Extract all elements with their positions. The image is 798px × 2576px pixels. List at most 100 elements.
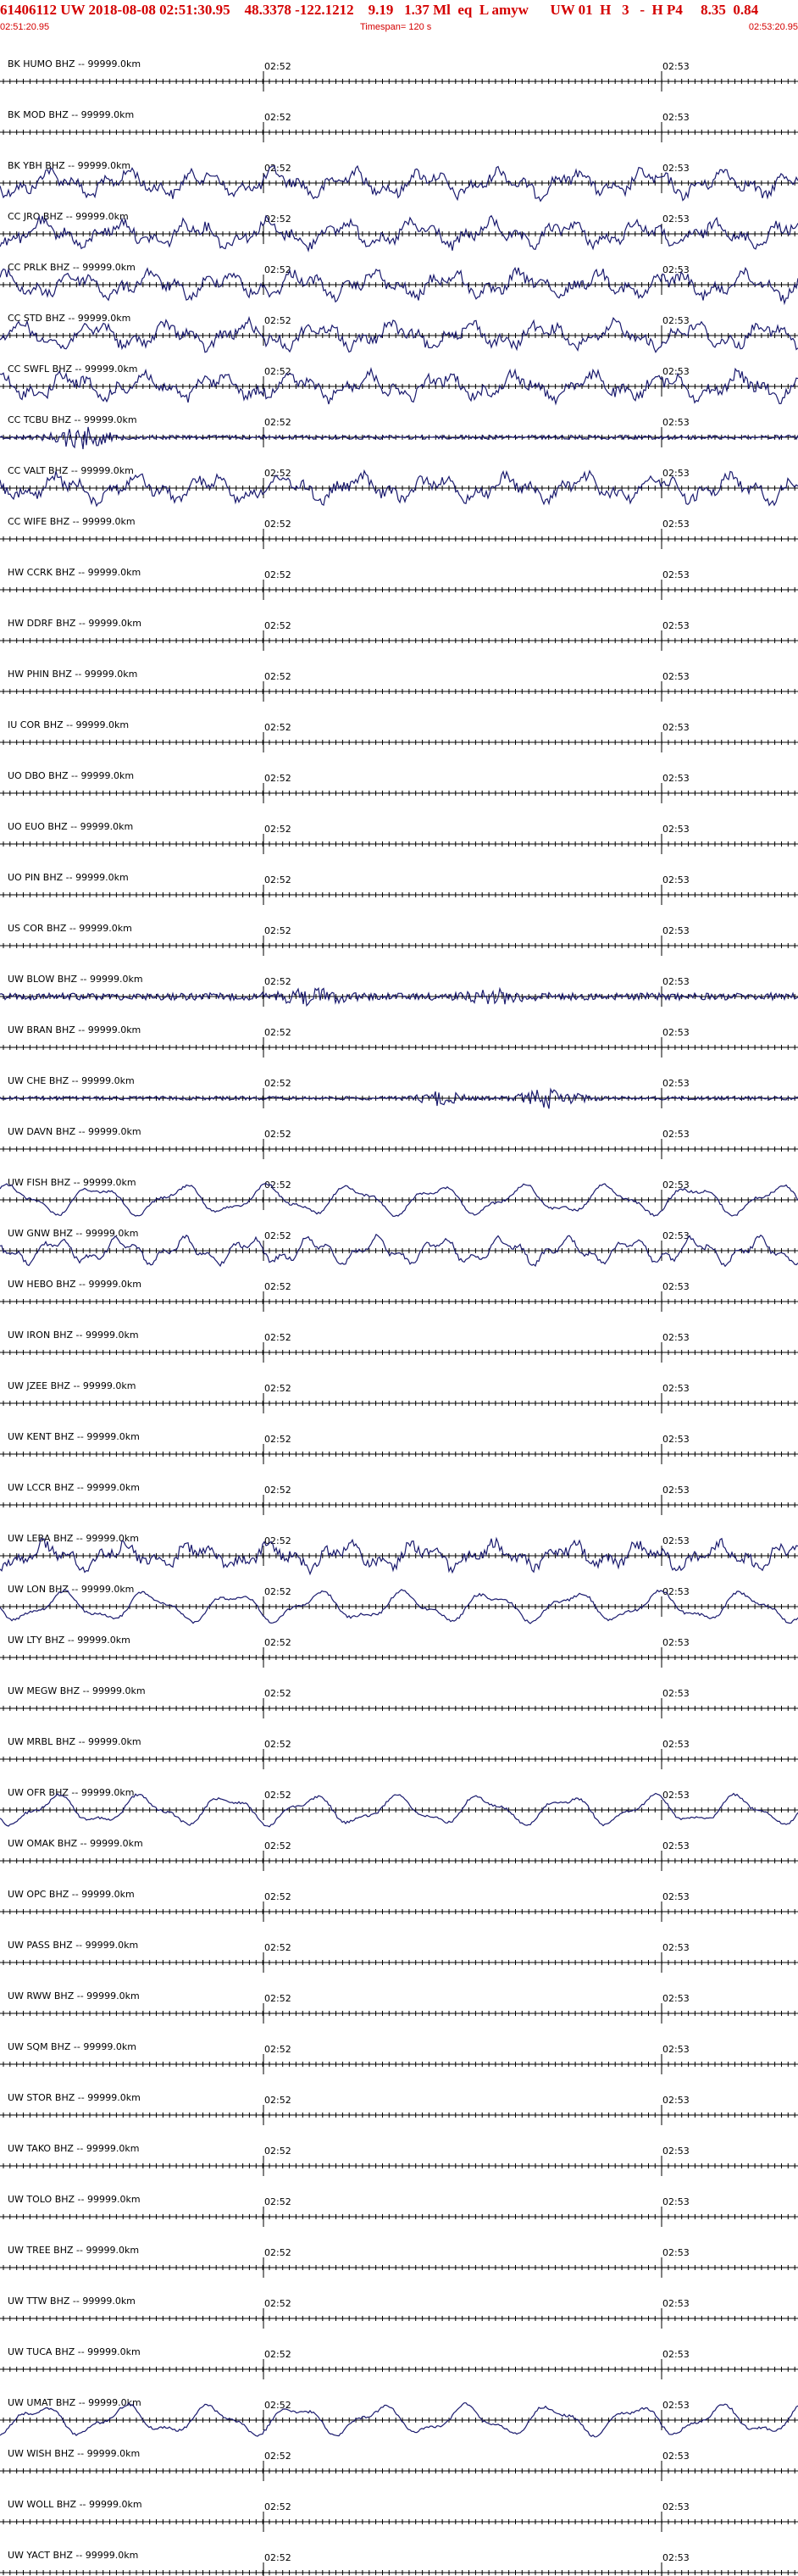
tick-label-0253: 02:53: [662, 2044, 690, 2055]
tick-label-0252: 02:52: [264, 417, 291, 428]
station-label: UW TREE BHZ -- 99999.0km: [8, 2245, 139, 2256]
tick-label-0252: 02:52: [264, 925, 291, 936]
tick-label-0253: 02:53: [662, 214, 690, 225]
station-label: UW HEBO BHZ -- 99999.0km: [8, 1279, 141, 1290]
tick-label-0252: 02:52: [264, 2044, 291, 2055]
tick-label-0253: 02:53: [662, 1739, 690, 1750]
tick-label-0253: 02:53: [662, 1383, 690, 1394]
tick-label-0253: 02:53: [662, 1281, 690, 1292]
station-label: UW JZEE BHZ -- 99999.0km: [8, 1380, 136, 1391]
tick-label-0252: 02:52: [264, 722, 291, 733]
station-label: UW OMAK BHZ -- 99999.0km: [8, 1838, 143, 1849]
trace-row: CC WIFE BHZ -- 99999.0km 02:52 02:53: [0, 516, 798, 549]
station-label: UW OFR BHZ -- 99999.0km: [8, 1787, 134, 1798]
tick-label-0253: 02:53: [662, 264, 690, 275]
tick-label-0253: 02:53: [662, 1027, 690, 1038]
trace-row: UW LEBA BHZ -- 99999.0km 02:52 02:53: [0, 1533, 798, 1576]
tick-label-0253: 02:53: [662, 2501, 690, 2512]
tick-label-0253: 02:53: [662, 1840, 690, 1852]
tick-label-0253: 02:53: [662, 417, 690, 428]
tick-label-0252: 02:52: [264, 1078, 291, 1089]
tick-label-0253: 02:53: [662, 671, 690, 682]
tick-label-0252: 02:52: [264, 1281, 291, 1292]
tick-label-0253: 02:53: [662, 925, 690, 936]
time-row: 02:51:20.95 Timespan= 120 s 02:53:20.95: [0, 20, 798, 36]
station-label: UW CHE BHZ -- 99999.0km: [8, 1075, 135, 1086]
station-label: UW TAKO BHZ -- 99999.0km: [8, 2143, 139, 2154]
tick-label-0253: 02:53: [662, 2146, 690, 2157]
station-label: UW STOR BHZ -- 99999.0km: [8, 2092, 141, 2103]
tick-label-0252: 02:52: [264, 1230, 291, 1241]
tick-label-0253: 02:53: [662, 1586, 690, 1597]
station-label: UW IRON BHZ -- 99999.0km: [8, 1330, 139, 1341]
station-label: UW MEGW BHZ -- 99999.0km: [8, 1685, 146, 1696]
station-label: UW LTY BHZ -- 99999.0km: [8, 1635, 130, 1646]
trace-row: BK YBH BHZ -- 99999.0km 02:52 02:53: [0, 160, 798, 203]
trace-row: UW LTY BHZ -- 99999.0km 02:52 02:53: [0, 1635, 798, 1668]
trace-row: UW BLOW BHZ -- 99999.0km 02:52 02:53: [0, 974, 798, 1008]
trace-row: UO EUO BHZ -- 99999.0km 02:52 02:53: [0, 821, 798, 854]
station-label: UW TUCA BHZ -- 99999.0km: [8, 2346, 141, 2357]
tick-label-0253: 02:53: [662, 874, 690, 886]
station-label: UW TOLO BHZ -- 99999.0km: [8, 2194, 141, 2205]
waveform: [0, 426, 798, 450]
tick-label-0252: 02:52: [264, 2146, 291, 2157]
trace-row: US COR BHZ -- 99999.0km 02:52 02:53: [0, 923, 798, 956]
trace-row: CC PRLK BHZ -- 99999.0km 02:52 02:53: [0, 262, 798, 306]
tick-label-0253: 02:53: [662, 366, 690, 377]
trace-row: UO DBO BHZ -- 99999.0km 02:52 02:53: [0, 770, 798, 803]
tick-label-0252: 02:52: [264, 2552, 291, 2563]
station-label: UW GNW BHZ -- 99999.0km: [8, 1228, 138, 1239]
tick-label-0253: 02:53: [662, 1129, 690, 1140]
station-label: UW YACT BHZ -- 99999.0km: [8, 2550, 138, 2561]
trace-row: HW CCRK BHZ -- 99999.0km 02:52 02:53: [0, 567, 798, 600]
trace-row: UW HEBO BHZ -- 99999.0km 02:52 02:53: [0, 1279, 798, 1312]
tick-label-0253: 02:53: [662, 61, 690, 72]
tick-label-0252: 02:52: [264, 2196, 291, 2207]
trace-row: CC STD BHZ -- 99999.0km 02:52 02:53: [0, 313, 798, 353]
station-label: HW CCRK BHZ -- 99999.0km: [8, 567, 141, 578]
tick-label-0252: 02:52: [264, 1434, 291, 1445]
tick-label-0253: 02:53: [662, 1993, 690, 2004]
trace-row: BK HUMO BHZ -- 99999.0km 02:52 02:53: [0, 58, 798, 92]
tick-label-0252: 02:52: [264, 2349, 291, 2360]
trace-row: UW BRAN BHZ -- 99999.0km 02:52 02:53: [0, 1024, 798, 1058]
tick-label-0252: 02:52: [264, 1485, 291, 1496]
station-label: UW DAVN BHZ -- 99999.0km: [8, 1126, 141, 1137]
trace-row: CC JRO BHZ -- 99999.0km 02:52 02:53: [0, 211, 798, 253]
station-label: UW WOLL BHZ -- 99999.0km: [8, 2499, 142, 2510]
tick-label-0252: 02:52: [264, 2451, 291, 2462]
station-label: UW WISH BHZ -- 99999.0km: [8, 2448, 140, 2459]
tick-label-0253: 02:53: [662, 2095, 690, 2106]
tick-label-0253: 02:53: [662, 1332, 690, 1343]
station-label: UW FISH BHZ -- 99999.0km: [8, 1177, 136, 1188]
station-label: UW MRBL BHZ -- 99999.0km: [8, 1736, 141, 1747]
station-label: CC WIFE BHZ -- 99999.0km: [8, 516, 136, 527]
tick-label-0253: 02:53: [662, 2451, 690, 2462]
trace-row: UW STOR BHZ -- 99999.0km 02:52 02:53: [0, 2092, 798, 2125]
station-label: UO PIN BHZ -- 99999.0km: [8, 872, 129, 883]
tick-label-0252: 02:52: [264, 1383, 291, 1394]
station-label: CC JRO BHZ -- 99999.0km: [8, 211, 129, 222]
trace-row: UW RWW BHZ -- 99999.0km 02:52 02:53: [0, 1990, 798, 2024]
station-label: IU COR BHZ -- 99999.0km: [8, 719, 129, 730]
trace-row: UW PASS BHZ -- 99999.0km 02:52 02:53: [0, 1940, 798, 1973]
tick-label-0253: 02:53: [662, 1790, 690, 1801]
tick-label-0252: 02:52: [264, 1790, 291, 1801]
seismogram-panel: BK HUMO BHZ -- 99999.0km 02:52 02:53 BK MOD…: [0, 58, 798, 2576]
end-time: 02:53:20.95: [748, 22, 798, 32]
trace-row: HW PHIN BHZ -- 99999.0km 02:52 02:53: [0, 669, 798, 702]
tick-label-0252: 02:52: [264, 1891, 291, 1902]
station-label: UW PASS BHZ -- 99999.0km: [8, 1940, 138, 1951]
station-label: CC STD BHZ -- 99999.0km: [8, 313, 130, 324]
tick-label-0253: 02:53: [662, 569, 690, 580]
trace-row: UW WISH BHZ -- 99999.0km 02:52 02:53: [0, 2448, 798, 2481]
trace-row: UO PIN BHZ -- 99999.0km 02:52 02:53: [0, 872, 798, 905]
trace-row: BK MOD BHZ -- 99999.0km 02:52 02:53: [0, 109, 798, 142]
tick-label-0252: 02:52: [264, 112, 291, 123]
tick-label-0252: 02:52: [264, 1332, 291, 1343]
tick-label-0252: 02:52: [264, 1129, 291, 1140]
tick-label-0252: 02:52: [264, 1942, 291, 1953]
tick-label-0252: 02:52: [264, 264, 291, 275]
station-label: UW LCCR BHZ -- 99999.0km: [8, 1482, 140, 1493]
